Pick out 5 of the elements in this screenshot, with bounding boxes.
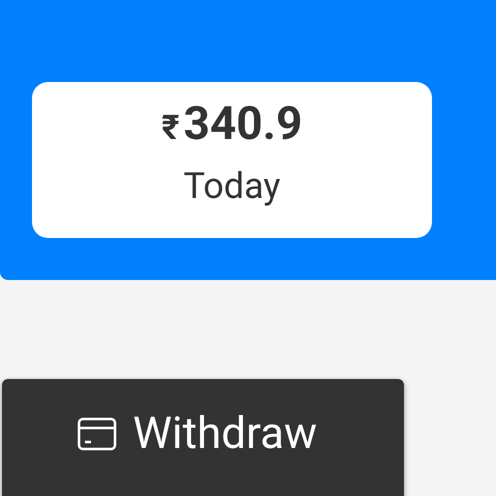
withdraw-button[interactable]: Withdraw — [2, 379, 404, 496]
period-label: Today — [184, 164, 280, 208]
balance-amount: 340.9 — [183, 96, 302, 152]
currency-symbol: ₹ — [162, 107, 180, 150]
card-icon — [76, 417, 117, 451]
